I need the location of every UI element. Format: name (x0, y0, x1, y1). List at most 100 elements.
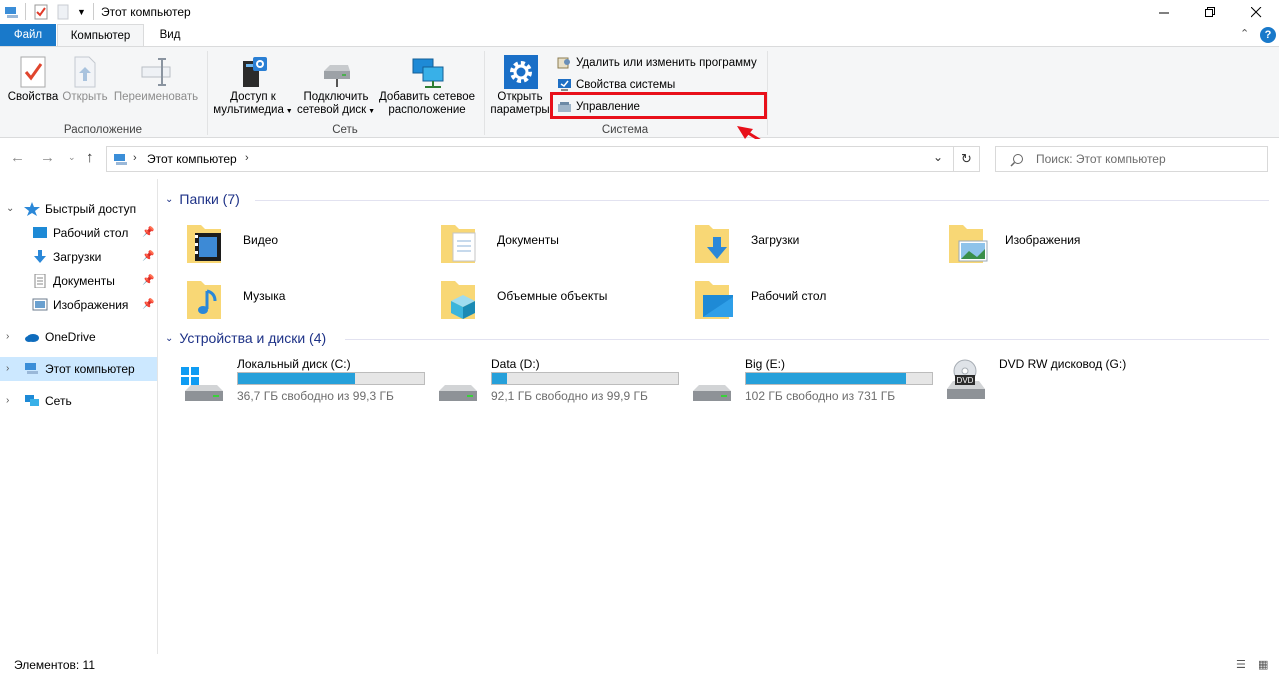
system-drive-icon (181, 367, 223, 401)
download-arrow-icon (34, 250, 46, 263)
tab-file[interactable]: Файл (0, 24, 56, 46)
forward-arrow-icon[interactable]: → (40, 149, 55, 166)
customize-toolbar-dropdown-icon[interactable]: ▼ (77, 7, 86, 17)
hard-drive-icon (693, 385, 731, 401)
dvd-drive-icon: DVD (947, 359, 985, 399)
sidebar-item-this-pc[interactable]: › Этот компьютер (0, 357, 157, 381)
rename-icon (140, 55, 172, 87)
network-icon (25, 395, 39, 406)
network-drive-icon (320, 55, 352, 87)
computer-icon (114, 154, 127, 165)
sidebar-item-pictures[interactable]: Изображения 📌 (0, 293, 157, 317)
desktop-icon (33, 227, 47, 238)
window-title: Этот компьютер (101, 5, 191, 19)
recent-locations-chevron-icon[interactable]: ⌄ (68, 152, 76, 163)
folder-tile-pictures[interactable]: Изображения (947, 219, 1197, 271)
programs-icon (557, 57, 570, 69)
drive-usage-bar (237, 372, 425, 385)
properties-button[interactable]: Свойства (6, 55, 60, 104)
system-group-label: Система (601, 124, 649, 136)
collapse-chevron-icon[interactable]: ⌄ (165, 194, 173, 205)
open-icon (69, 55, 101, 88)
add-network-location-button[interactable]: Добавить сетевое расположение (376, 55, 478, 117)
expand-chevron-icon[interactable]: › (6, 357, 9, 381)
up-arrow-icon[interactable]: ↑ (86, 149, 94, 166)
folder-tile-music[interactable]: Музыка (185, 275, 435, 327)
folders-group-header[interactable]: ⌄ Папки (7) (165, 191, 240, 207)
pin-icon: 📌 (142, 299, 155, 310)
media-server-icon (237, 55, 269, 87)
help-icon[interactable]: ? (1260, 27, 1276, 43)
folder-tile-3d-objects[interactable]: Объемные объекты (439, 275, 689, 327)
folder-tile-downloads[interactable]: Загрузки (693, 219, 943, 271)
address-dropdown-chevron-icon[interactable]: ⌄ (933, 150, 943, 164)
drive-usage-bar (491, 372, 679, 385)
search-input[interactable]: Поиск: Этот компьютер (995, 146, 1268, 172)
search-icon (1010, 154, 1023, 167)
file-list: ⌄ Папки (7) Видео Документы Загрузки Изо… (159, 179, 1279, 654)
back-arrow-icon[interactable]: ← (10, 149, 25, 166)
breadcrumb[interactable]: Этот компьютер (147, 152, 237, 166)
breadcrumb-chevron-icon[interactable]: › (133, 152, 137, 164)
pin-icon: 📌 (142, 251, 155, 262)
minimize-button[interactable] (1141, 0, 1187, 24)
pin-icon: 📌 (142, 227, 155, 238)
open-settings-button[interactable]: Открыть параметры (488, 55, 552, 117)
folder-tile-documents[interactable]: Документы (439, 219, 689, 271)
title-bar: ▼ Этот компьютер (0, 0, 1279, 24)
sidebar-item-downloads[interactable]: Загрузки 📌 (0, 245, 157, 269)
location-group-label: Расположение (63, 124, 143, 136)
open-button[interactable]: Открыть (60, 55, 110, 104)
sidebar-item-documents[interactable]: Документы 📌 (0, 269, 157, 293)
drive-tile-e[interactable]: Big (E:) 102 ГБ свободно из 731 ГБ (687, 357, 937, 409)
new-folder-quick-icon[interactable] (57, 4, 69, 23)
close-button[interactable] (1233, 0, 1279, 24)
sidebar-item-quick-access[interactable]: ⌄ Быстрый доступ (0, 197, 157, 221)
restore-button[interactable] (1187, 0, 1233, 24)
large-icons-view-icon[interactable]: ▦ (1258, 658, 1268, 671)
expand-chevron-icon[interactable]: › (6, 325, 9, 349)
media-access-button[interactable]: Доступ к мультимедиа ▼ (212, 55, 294, 118)
folder-tile-desktop[interactable]: Рабочий стол (693, 275, 943, 327)
properties-icon (17, 55, 49, 88)
collapse-chevron-icon[interactable]: ⌄ (165, 333, 173, 344)
desktop-folder-icon (695, 281, 733, 319)
map-network-drive-button[interactable]: Подключить сетевой диск ▼ (296, 55, 376, 118)
tab-view[interactable]: Вид (150, 24, 190, 46)
folder-tile-videos[interactable]: Видео (185, 219, 435, 271)
breadcrumb-chevron-icon[interactable]: › (245, 152, 249, 164)
drive-usage-bar (745, 372, 933, 385)
expand-chevron-icon[interactable]: ⌄ (6, 197, 14, 221)
details-view-icon[interactable]: ☰ (1236, 658, 1246, 671)
search-placeholder: Поиск: Этот компьютер (1036, 152, 1166, 166)
pin-icon: 📌 (142, 275, 155, 286)
drive-tile-c[interactable]: Локальный диск (C:) 36,7 ГБ свободно из … (179, 357, 429, 409)
document-icon (34, 274, 46, 288)
drive-tile-d[interactable]: Data (D:) 92,1 ГБ свободно из 99,9 ГБ (433, 357, 683, 409)
pictures-icon (32, 298, 48, 311)
address-bar[interactable]: › Этот компьютер › ⌄ (106, 146, 954, 172)
pictures-folder-icon (949, 225, 988, 263)
sidebar-item-desktop[interactable]: Рабочий стол 📌 (0, 221, 157, 245)
network-location-icon (411, 55, 444, 88)
music-folder-icon (187, 281, 221, 319)
sidebar-item-onedrive[interactable]: › OneDrive (0, 325, 157, 349)
settings-gear-icon (504, 55, 538, 89)
refresh-button[interactable]: ↻ (954, 146, 980, 172)
network-group-label: Сеть (332, 124, 358, 136)
star-icon (24, 202, 40, 216)
collapse-ribbon-icon[interactable]: ⌃ (1240, 27, 1249, 40)
downloads-folder-icon (695, 225, 729, 263)
expand-chevron-icon[interactable]: › (6, 389, 9, 413)
uninstall-program-button[interactable]: Удалить или изменить программу (557, 54, 757, 72)
sidebar-item-network[interactable]: › Сеть (0, 389, 157, 413)
drive-tile-dvd[interactable]: DVD DVD RW дисковод (G:) (941, 357, 1191, 409)
videos-folder-icon (187, 225, 221, 263)
hard-drive-icon (439, 385, 477, 401)
properties-quick-icon[interactable] (34, 4, 48, 23)
svg-text:DVD: DVD (957, 376, 974, 385)
devices-group-header[interactable]: ⌄ Устройства и диски (4) (165, 330, 326, 346)
rename-button[interactable]: Переименовать (112, 55, 200, 104)
cloud-icon (25, 334, 39, 342)
tab-computer[interactable]: Компьютер (57, 24, 144, 46)
